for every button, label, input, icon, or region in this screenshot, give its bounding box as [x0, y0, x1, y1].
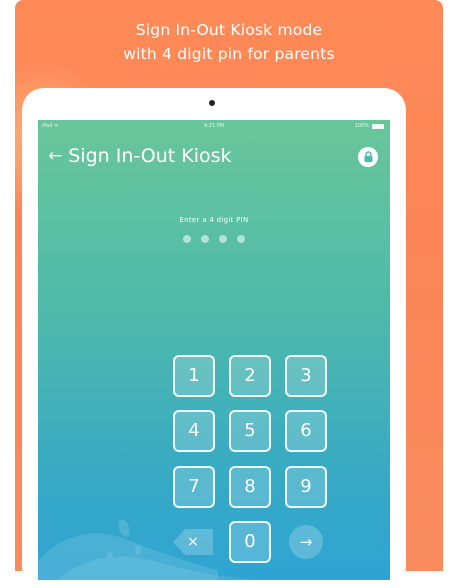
pin-dot-1 [183, 235, 191, 243]
key-3[interactable]: 3 [285, 355, 327, 397]
pin-dot-2 [201, 235, 209, 243]
ipad-frame: iPad ᯤ 4:21 PM 100% ← Sign In-Out Kiosk … [22, 88, 406, 588]
key-6[interactable]: 6 [285, 410, 327, 452]
nav-bar: ← Sign In-Out Kiosk [48, 142, 232, 170]
camera-dot [209, 100, 215, 106]
lock-icon [364, 151, 372, 162]
battery-percent: 100% [354, 123, 369, 129]
pin-prompt: Enter a 4 digit PIN [179, 216, 249, 224]
lock-button[interactable] [358, 147, 378, 167]
key-5[interactable]: 5 [229, 410, 271, 452]
key-1[interactable]: 1 [173, 355, 215, 397]
status-bar: iPad ᯤ 4:21 PM 100% [38, 120, 390, 132]
battery-indicator: 100% [355, 120, 384, 132]
status-time: 4:21 PM [203, 123, 225, 129]
pin-dots [183, 235, 245, 243]
caption-line-1: Sign In-Out Kiosk mode [135, 21, 323, 39]
key-4[interactable]: 4 [173, 410, 215, 452]
pin-dot-4 [237, 235, 245, 243]
caption-line-2: with 4 digit pin for parents [123, 45, 335, 63]
page-title: Sign In-Out Kiosk [68, 145, 232, 167]
promo-caption: Sign In-Out Kiosk mode with 4 digit pin … [15, 18, 443, 66]
pin-dot-3 [219, 235, 227, 243]
kiosk-screen: iPad ᯤ 4:21 PM 100% ← Sign In-Out Kiosk … [38, 120, 390, 580]
key-2[interactable]: 2 [229, 355, 271, 397]
back-arrow-icon[interactable]: ← [48, 142, 62, 170]
battery-icon [372, 123, 384, 129]
decorative-splash [38, 519, 268, 580]
